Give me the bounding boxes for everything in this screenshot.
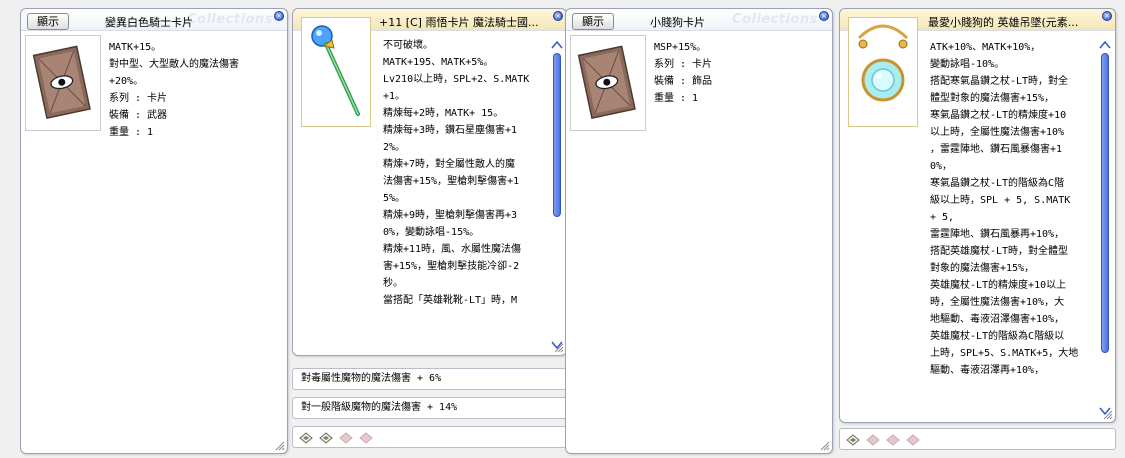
scroll-up-icon[interactable] [1099,39,1111,51]
item-description: ATK+10%、MATK+10%， 變動詠唱-10%。 搭配寒氣晶鑽之杖-LT時… [930,39,1078,379]
description-line: 精煉每+2時，MATK+ 15。 [383,108,504,119]
description-line: 精煉+11時，風、水屬性魔法傷 [383,244,522,255]
description-line: 精煉每+3時，鑽石星塵傷害+1 [383,125,518,136]
random-option-row: 對毒屬性魔物的魔法傷害 + 6% [292,368,567,390]
description-line: 當搭配「英雄靴靴-LT」時，M [383,295,518,306]
description-line: 搭配寒氣晶鑽之杖-LT時，對全 [930,76,1069,87]
resize-grip-icon[interactable] [1103,410,1113,420]
description-line: 時，全屬性魔法傷害+10%，大 [930,297,1065,308]
description-line: 不可破壞。 [383,40,433,51]
description-line: 害+15%，聖槍刺擊技能冷卻-2 [383,261,520,272]
description-line: 搭配英雄魔杖-LT時，對全體型 [930,246,1069,257]
description-line: 系列 : 卡片 [654,59,713,70]
description-line: + 5, [930,212,955,223]
card-slot-bar [839,428,1116,450]
close-icon[interactable]: × [553,11,563,21]
description-line: 變動詠唱-10%。 [930,59,1005,70]
description-line: 雷霆陣地、鑽石風暴再+10%， [930,229,1065,240]
description-line: 裝備 : 武器 [109,110,168,121]
card-slot-empty-icon[interactable] [886,433,900,447]
item-info-window-equipment: × +11 [C] 雨悟卡片 魔法騎士國... 不可破壞。 MATK+195、M… [292,8,567,356]
description-line: 上時，SPL+5、S.MATK+5，大地 [930,348,1079,359]
card-slot-empty-icon[interactable] [359,431,373,445]
item-title: 最愛小賤狗的 英雄吊墜(元素... [928,16,1079,29]
description-line: +20%。 [109,76,144,87]
card-slot-filled-icon[interactable] [319,431,333,445]
description-line: 精煉+9時，聖槍刺擊傷害再+3 [383,210,518,221]
scroll-up-icon[interactable] [551,39,563,51]
card-slot-empty-icon[interactable] [866,433,880,447]
item-description: MSP+15%。 系列 : 卡片 裝備 : 飾品 重量 : 1 [654,39,712,107]
scrollbar[interactable] [551,39,563,351]
description-line: 0%，變動詠唱-15%。 [383,227,480,238]
description-line: Lv210以上時，SPL+2、S.MATK [383,74,530,85]
card-image [25,35,101,131]
card-slot-filled-icon[interactable] [299,431,313,445]
description-line: 重量 : 1 [109,127,154,138]
scrollbar[interactable] [1099,39,1111,417]
card-slot-empty-icon[interactable] [906,433,920,447]
item-title: 變異白色騎士卡片 [105,16,193,29]
item-info-window-white-knight-card: Collections × 顯示 變異白色騎士卡片 MATK+15。 對中型、大… [20,8,288,454]
random-option-text: 對一般階級魔物的魔法傷害 + 14% [301,402,458,413]
description-line: 級以上時，SPL + 5, S.MATK [930,195,1071,206]
description-line: 英雄魔杖-LT的階級為C階級以 [930,331,1065,342]
description-line: 系列 : 卡片 [109,93,168,104]
close-icon[interactable]: × [819,11,829,21]
item-info-window-dog-card: Collections × 顯示 小賤狗卡片 MSP+15%。 系列 : 卡片 … [565,8,833,454]
item-image [848,17,918,127]
description-line: 精煉+7時，對全屬性敵人的魔 [383,159,516,170]
description-line: 英雄魔杖-LT的精煉度+10以上 [930,280,1067,291]
resize-grip-icon[interactable] [820,441,830,451]
item-description: MATK+15。 對中型、大型敵人的魔法傷害 +20%。 系列 : 卡片 裝備 … [109,39,239,141]
description-line: 地驅動、毒液沼澤傷害+10%， [930,314,1065,325]
show-button[interactable]: 顯示 [572,13,614,30]
description-line: 重量 : 1 [654,93,699,104]
card-image [570,35,646,131]
description-line: 驅動、毒液沼澤再+10%， [930,365,1045,376]
random-option-row: 對一般階級魔物的魔法傷害 + 14% [292,397,567,419]
description-line: 體型對象的魔法傷害+15%， [930,93,1055,104]
description-line: 秒。 [383,278,403,289]
resize-grip-icon[interactable] [554,343,564,353]
description-line: ，雷霆陣地、鑽石風暴傷害+1 [930,144,1063,155]
description-line: 以上時，全屬性魔法傷害+10% [930,127,1065,138]
card-slot-filled-icon[interactable] [846,433,860,447]
description-line: 5%。 [383,193,406,204]
resize-grip-icon[interactable] [275,441,285,451]
item-title: +11 [C] 雨悟卡片 魔法騎士國... [379,16,539,29]
description-line: 寒氣晶鑽之杖-LT的精煉度+10 [930,110,1067,121]
description-line: 法傷害+15%，聖槍刺擊傷害+1 [383,176,520,187]
description-line: 寒氣晶鑽之杖-LT的階級為C階 [930,178,1065,189]
item-image [301,17,371,127]
description-line: 對中型、大型敵人的魔法傷害 [109,59,239,70]
random-option-text: 對毒屬性魔物的魔法傷害 + 6% [301,373,442,384]
description-line: MATK+15。 [109,42,162,53]
close-icon[interactable]: × [274,11,284,21]
scrollbar-thumb[interactable] [1101,53,1109,353]
item-info-window-pendant: × 最愛小賤狗的 英雄吊墜(元素... ATK+10%、MATK+10%， 變動… [839,8,1116,423]
card-slot-bar [292,426,567,448]
card-slot-empty-icon[interactable] [339,431,353,445]
description-line: MSP+15%。 [654,42,707,53]
description-line: 對象的魔法傷害+15%， [930,263,1035,274]
description-line: MATK+195、MATK+5%。 [383,57,494,68]
scrollbar-thumb[interactable] [553,53,561,217]
show-button[interactable]: 顯示 [27,13,69,30]
close-icon[interactable]: × [1102,11,1112,21]
description-line: ATK+10%、MATK+10%， [930,42,1041,53]
description-line: +1。 [383,91,406,102]
item-description: 不可破壞。 MATK+195、MATK+5%。 Lv210以上時，SPL+2、S… [383,37,529,309]
description-line: 裝備 : 飾品 [654,76,713,87]
description-line: 0%， [930,161,953,172]
item-title: 小賤狗卡片 [650,16,705,29]
description-line: 2%。 [383,142,406,153]
